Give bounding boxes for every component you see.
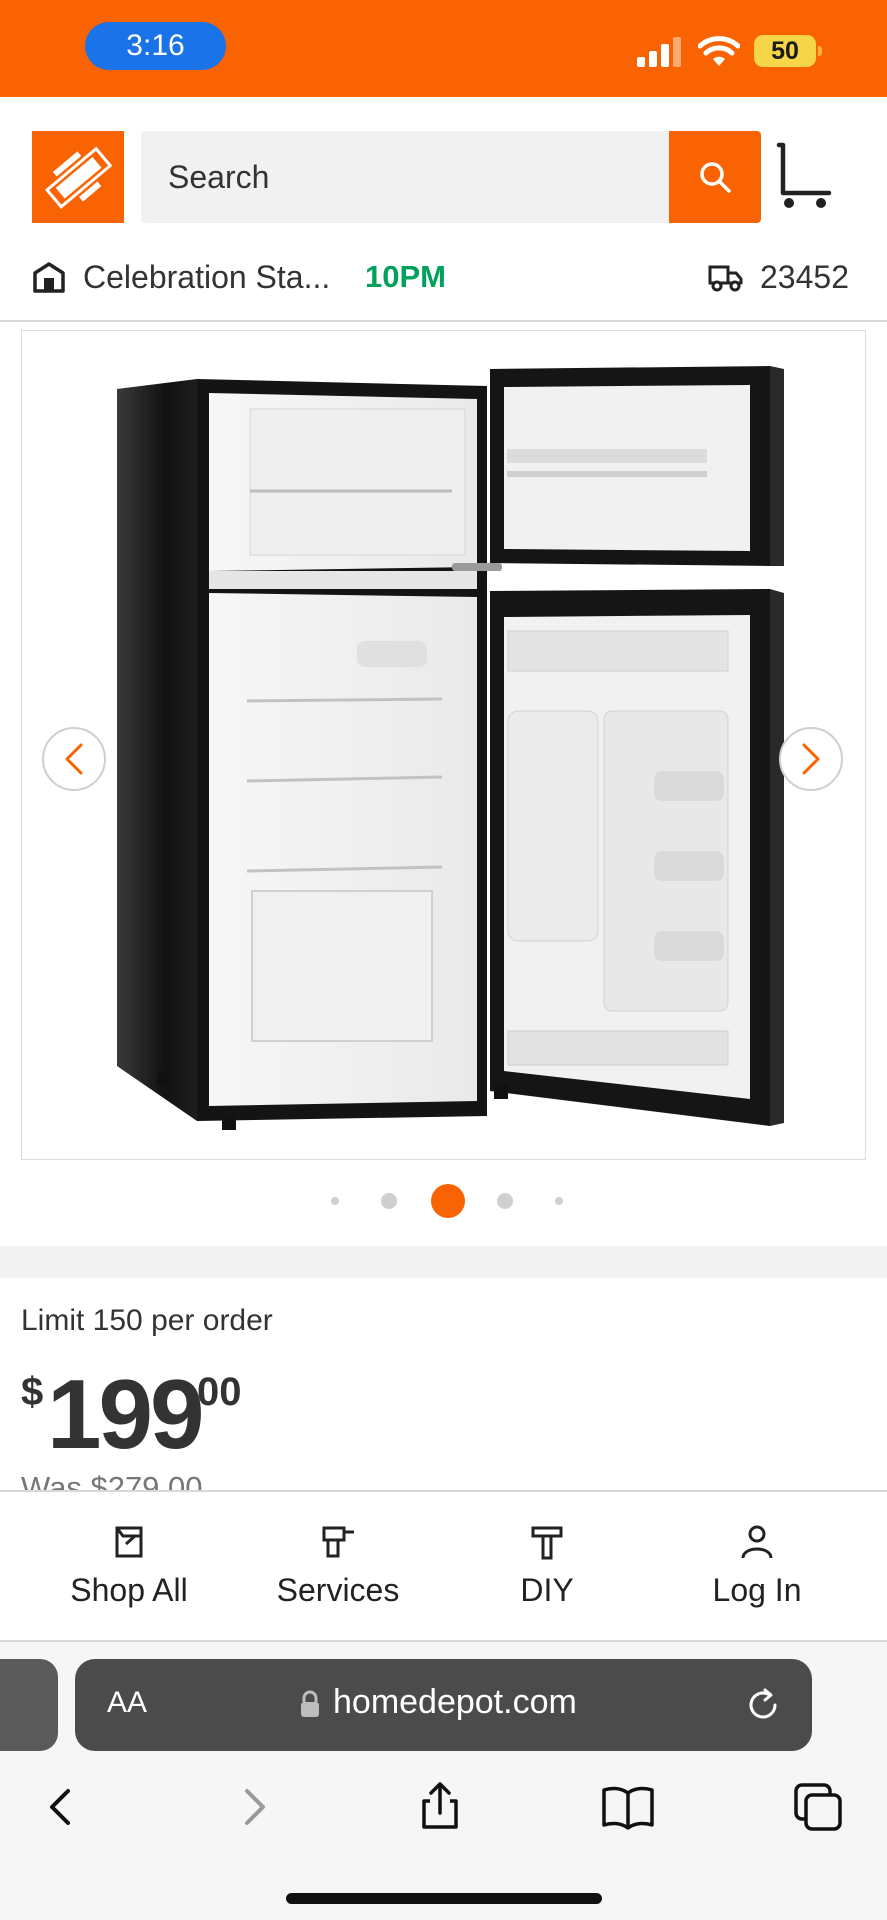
reload-icon[interactable] — [745, 1687, 781, 1723]
address-bar[interactable]: AA homedepot.com — [75, 1659, 812, 1751]
lock-icon — [301, 1690, 319, 1717]
refrigerator-illustration — [117, 366, 784, 1130]
truck-icon — [708, 265, 743, 292]
price-section: Limit 150 per order $ 199 00 Was $279.00 — [0, 1278, 887, 1490]
carousel-next-button[interactable] — [779, 727, 843, 791]
status-time[interactable]: 3:16 — [85, 22, 226, 70]
carousel-pagination — [0, 1184, 887, 1218]
diy-hammer-icon — [531, 1526, 563, 1560]
section-divider — [0, 1246, 887, 1278]
order-limit: Limit 150 per order — [21, 1304, 273, 1337]
delivery-zip[interactable]: 23452 — [760, 259, 849, 296]
was-price: Was $279.00 — [21, 1470, 203, 1490]
share-icon[interactable] — [412, 1779, 468, 1835]
nav-diy[interactable]: DIY — [442, 1492, 652, 1642]
store-name[interactable]: Celebration Sta... — [83, 259, 330, 296]
tabs-icon[interactable] — [790, 1779, 846, 1835]
bottom-navigation: Shop All Services DIY Log In — [0, 1490, 887, 1642]
carousel-prev-button[interactable] — [42, 727, 106, 791]
nav-label: DIY — [520, 1572, 574, 1608]
product-image[interactable] — [21, 330, 866, 1160]
store-row: Celebration Sta... 10PM 23452 — [0, 247, 887, 307]
logo-mark-icon — [32, 131, 124, 223]
status-bar: 3:16 50 — [0, 0, 887, 97]
shop-all-icon — [115, 1526, 143, 1558]
services-drill-icon — [322, 1526, 354, 1558]
price-cents: 00 — [197, 1370, 242, 1414]
carousel-dot-active[interactable] — [431, 1184, 465, 1218]
product-image-carousel[interactable] — [0, 322, 887, 1246]
search-icon — [700, 162, 731, 193]
back-icon[interactable] — [34, 1779, 90, 1835]
store-hours: 10PM — [365, 259, 446, 294]
browser-chrome: AA homedepot.com — [0, 1642, 887, 1920]
nav-log-in[interactable]: Log In — [652, 1492, 862, 1642]
search-button[interactable] — [669, 131, 761, 223]
signal-icon — [637, 37, 681, 67]
nav-label: Shop All — [70, 1572, 188, 1608]
price-currency: $ — [21, 1370, 44, 1414]
chevron-left-icon — [65, 743, 83, 775]
carousel-dot[interactable] — [497, 1193, 513, 1209]
chevron-right-icon — [802, 743, 820, 775]
cart-icon[interactable] — [773, 141, 833, 211]
home-indicator — [286, 1893, 602, 1904]
wifi-icon — [698, 36, 740, 66]
nav-label: Log In — [712, 1572, 802, 1608]
price-whole: 199 — [47, 1359, 205, 1469]
site-header: Search Celebration Sta... 10PM 23452 — [0, 97, 887, 322]
store-icon — [33, 262, 65, 293]
battery-indicator: 50 — [754, 35, 822, 67]
nav-services[interactable]: Services — [233, 1492, 443, 1642]
carousel-dot[interactable] — [381, 1193, 397, 1209]
nav-shop-all[interactable]: Shop All — [24, 1492, 234, 1642]
url-text[interactable]: homedepot.com — [333, 1683, 577, 1722]
text-size-button[interactable]: AA — [107, 1686, 147, 1720]
carousel-dot[interactable] — [331, 1197, 339, 1205]
previous-tab-preview[interactable] — [0, 1659, 58, 1751]
bookmarks-icon[interactable] — [600, 1779, 656, 1835]
search-input[interactable]: Search — [141, 131, 669, 223]
forward-icon[interactable] — [225, 1779, 281, 1835]
home-depot-logo[interactable] — [32, 131, 124, 223]
carousel-dot[interactable] — [555, 1197, 563, 1205]
user-icon — [741, 1525, 773, 1559]
nav-label: Services — [276, 1572, 400, 1608]
